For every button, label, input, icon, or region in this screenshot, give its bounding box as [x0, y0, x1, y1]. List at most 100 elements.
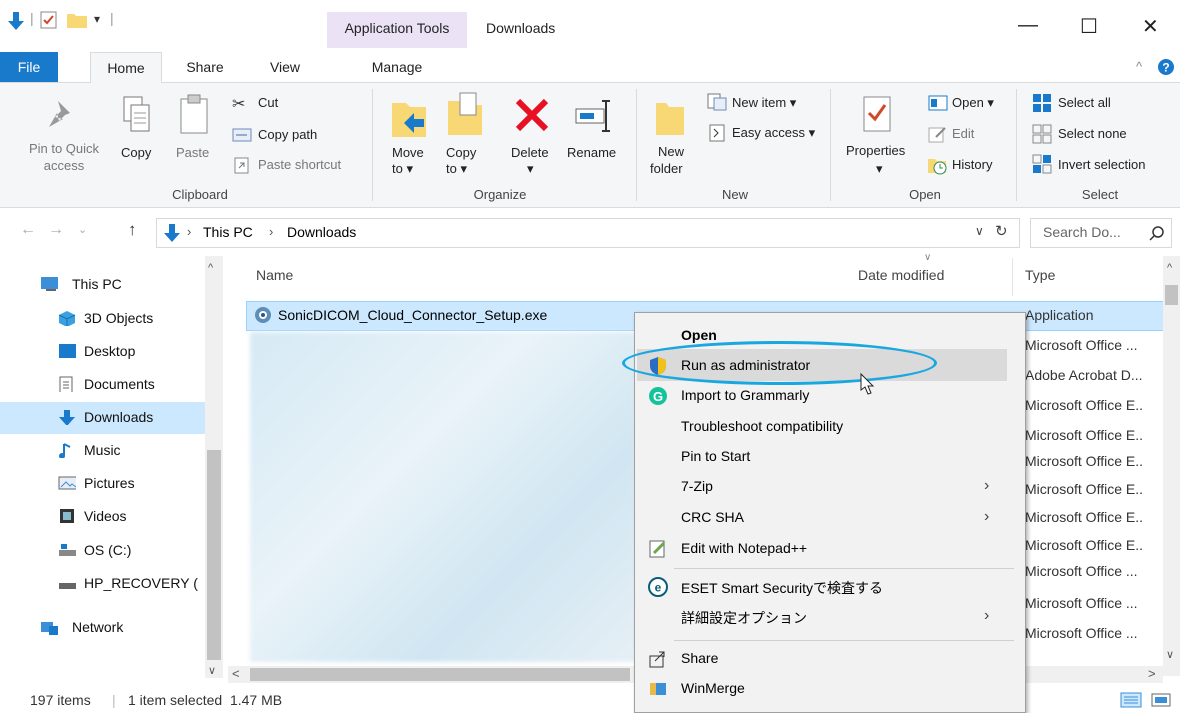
nav-item-os-c[interactable]: OS (C:): [59, 536, 131, 564]
nav-item-3d-objects[interactable]: 3D Objects: [58, 304, 153, 332]
copy-to-button[interactable]: Copy: [446, 145, 476, 160]
type-cell: Microsoft Office E..: [1025, 427, 1143, 443]
back-arrow-icon[interactable]: ←: [20, 221, 36, 239]
tab-view[interactable]: View: [260, 52, 310, 82]
move-to-arrow[interactable]: to ▾: [392, 161, 413, 177]
edit-button[interactable]: Edit: [952, 126, 974, 141]
open-button[interactable]: Open ▾: [952, 95, 994, 111]
nav-item-videos[interactable]: Videos: [60, 502, 127, 530]
list-vertical-thumb[interactable]: [1165, 285, 1178, 305]
nav-scroll-down-icon[interactable]: ∨: [208, 664, 216, 677]
copy-to-arrow[interactable]: to ▾: [446, 161, 467, 177]
breadcrumb-downloads[interactable]: Downloads: [287, 224, 356, 240]
pin-quick-access-l2[interactable]: access: [20, 158, 108, 173]
selected-file-name[interactable]: SonicDICOM_Cloud_Connector_Setup.exe: [278, 307, 547, 323]
properties-button[interactable]: Properties: [846, 143, 905, 158]
folder-icon[interactable]: [66, 10, 88, 30]
tab-share[interactable]: Share: [180, 52, 230, 82]
nav-item-pictures[interactable]: Pictures: [58, 469, 135, 497]
paste-shortcut-button[interactable]: Paste shortcut: [258, 157, 341, 172]
download-arrow-icon[interactable]: [6, 10, 26, 32]
large-icons-view-icon[interactable]: [1150, 692, 1172, 708]
context-menu-item[interactable]: Import to Grammarly: [681, 387, 809, 403]
copy-path-button[interactable]: Copy path: [258, 127, 317, 142]
nav-item-desktop[interactable]: Desktop: [59, 337, 135, 365]
maximize-button[interactable]: ☐: [1080, 14, 1098, 39]
details-view-icon[interactable]: [1120, 692, 1142, 708]
nav-item-network[interactable]: Network: [41, 613, 123, 641]
pin-quick-access-l1[interactable]: Pin to Quick: [20, 141, 108, 156]
tab-file[interactable]: File: [0, 52, 58, 82]
list-horizontal-thumb[interactable]: [250, 668, 630, 681]
properties-arrow[interactable]: ▾: [876, 161, 883, 177]
list-scroll-left-icon[interactable]: <: [232, 666, 240, 681]
rename-icon: [575, 100, 610, 132]
context-menu-item[interactable]: WinMerge: [681, 680, 745, 696]
list-scroll-right-icon[interactable]: >: [1148, 666, 1156, 681]
paste-button[interactable]: Paste: [176, 145, 209, 160]
minimize-button[interactable]: —: [1018, 14, 1038, 37]
properties-check-icon[interactable]: [40, 10, 58, 30]
column-header-date[interactable]: Date modified: [858, 267, 944, 283]
nav-item-hp-recovery[interactable]: HP_RECOVERY (: [59, 569, 198, 597]
search-icon[interactable]: [1149, 226, 1165, 242]
rename-button[interactable]: Rename: [567, 145, 616, 160]
nav-scroll-up-icon[interactable]: ^: [208, 262, 213, 274]
qa-customize-icon[interactable]: ▾: [94, 12, 100, 26]
tab-manage[interactable]: Manage: [352, 52, 442, 82]
column-header-type[interactable]: Type: [1025, 267, 1055, 283]
help-icon[interactable]: ?: [1157, 58, 1175, 76]
breadcrumb-separator-0[interactable]: ›: [187, 224, 191, 239]
delete-arrow[interactable]: ▾: [527, 161, 534, 177]
address-dropdown-icon[interactable]: ∨: [975, 224, 984, 238]
context-menu-item[interactable]: 詳細設定オプション: [681, 608, 807, 628]
open-group-label: Open: [909, 187, 941, 202]
list-vertical-scrollbar[interactable]: [1163, 256, 1180, 676]
context-menu-item[interactable]: Troubleshoot compatibility: [681, 418, 843, 434]
context-menu-item[interactable]: ESET Smart Securityで検査する: [681, 578, 883, 598]
search-box[interactable]: Search Do...: [1030, 218, 1172, 248]
breadcrumb-this-pc[interactable]: This PC: [203, 224, 253, 240]
type-cell: Microsoft Office ...: [1025, 337, 1138, 353]
move-to-button[interactable]: Move: [392, 145, 424, 160]
up-arrow-icon[interactable]: ↑: [128, 220, 137, 240]
breadcrumb-separator-1[interactable]: ›: [269, 224, 273, 239]
nav-item-documents[interactable]: Documents: [59, 370, 155, 398]
nav-item-music[interactable]: Music: [59, 436, 121, 464]
list-scroll-up-icon[interactable]: ^: [1167, 262, 1172, 274]
nav-scrollbar-thumb[interactable]: [207, 450, 221, 660]
history-button[interactable]: History: [952, 157, 992, 172]
context-menu-item[interactable]: CRC SHA: [681, 509, 744, 525]
new-folder-button[interactable]: New: [658, 144, 684, 159]
ribbon-collapse-icon[interactable]: ^: [1130, 52, 1148, 82]
nav-item-downloads[interactable]: Downloads: [59, 403, 153, 431]
context-menu-item[interactable]: Pin to Start: [681, 448, 750, 464]
close-button[interactable]: ✕: [1142, 14, 1159, 39]
list-scroll-down-icon[interactable]: ∨: [1166, 648, 1174, 661]
recent-dropdown-icon[interactable]: ⌄: [78, 223, 87, 236]
copy-button[interactable]: Copy: [121, 145, 151, 160]
invert-selection-button[interactable]: Invert selection: [1058, 157, 1145, 172]
nav-item-this-pc[interactable]: This PC: [41, 270, 122, 298]
search-input[interactable]: Search Do...: [1043, 224, 1121, 240]
forward-arrow-icon[interactable]: →: [48, 221, 64, 239]
select-none-button[interactable]: Select none: [1058, 126, 1127, 141]
select-all-button[interactable]: Select all: [1058, 95, 1111, 110]
svg-text:?: ?: [1162, 61, 1169, 75]
cut-button[interactable]: Cut: [258, 95, 278, 110]
new-folder-button-l2[interactable]: folder: [650, 161, 683, 176]
delete-button[interactable]: Delete: [511, 145, 549, 160]
context-menu-item[interactable]: Edit with Notepad++: [681, 540, 807, 556]
new-item-button[interactable]: New item ▾: [732, 95, 796, 111]
column-divider[interactable]: [1012, 258, 1013, 296]
tab-home[interactable]: Home: [90, 52, 162, 84]
context-menu-item[interactable]: Open: [681, 327, 717, 343]
exe-file-icon: [255, 307, 271, 323]
easy-access-button[interactable]: Easy access ▾: [732, 125, 815, 141]
share-icon: [648, 649, 668, 672]
context-menu-item[interactable]: 7-Zip: [681, 478, 713, 494]
address-box[interactable]: › This PC › Downloads ∨ ↻: [156, 218, 1020, 248]
context-menu-item[interactable]: Share: [681, 650, 718, 666]
refresh-icon[interactable]: ↻: [995, 222, 1008, 240]
column-header-name[interactable]: Name: [256, 267, 293, 283]
